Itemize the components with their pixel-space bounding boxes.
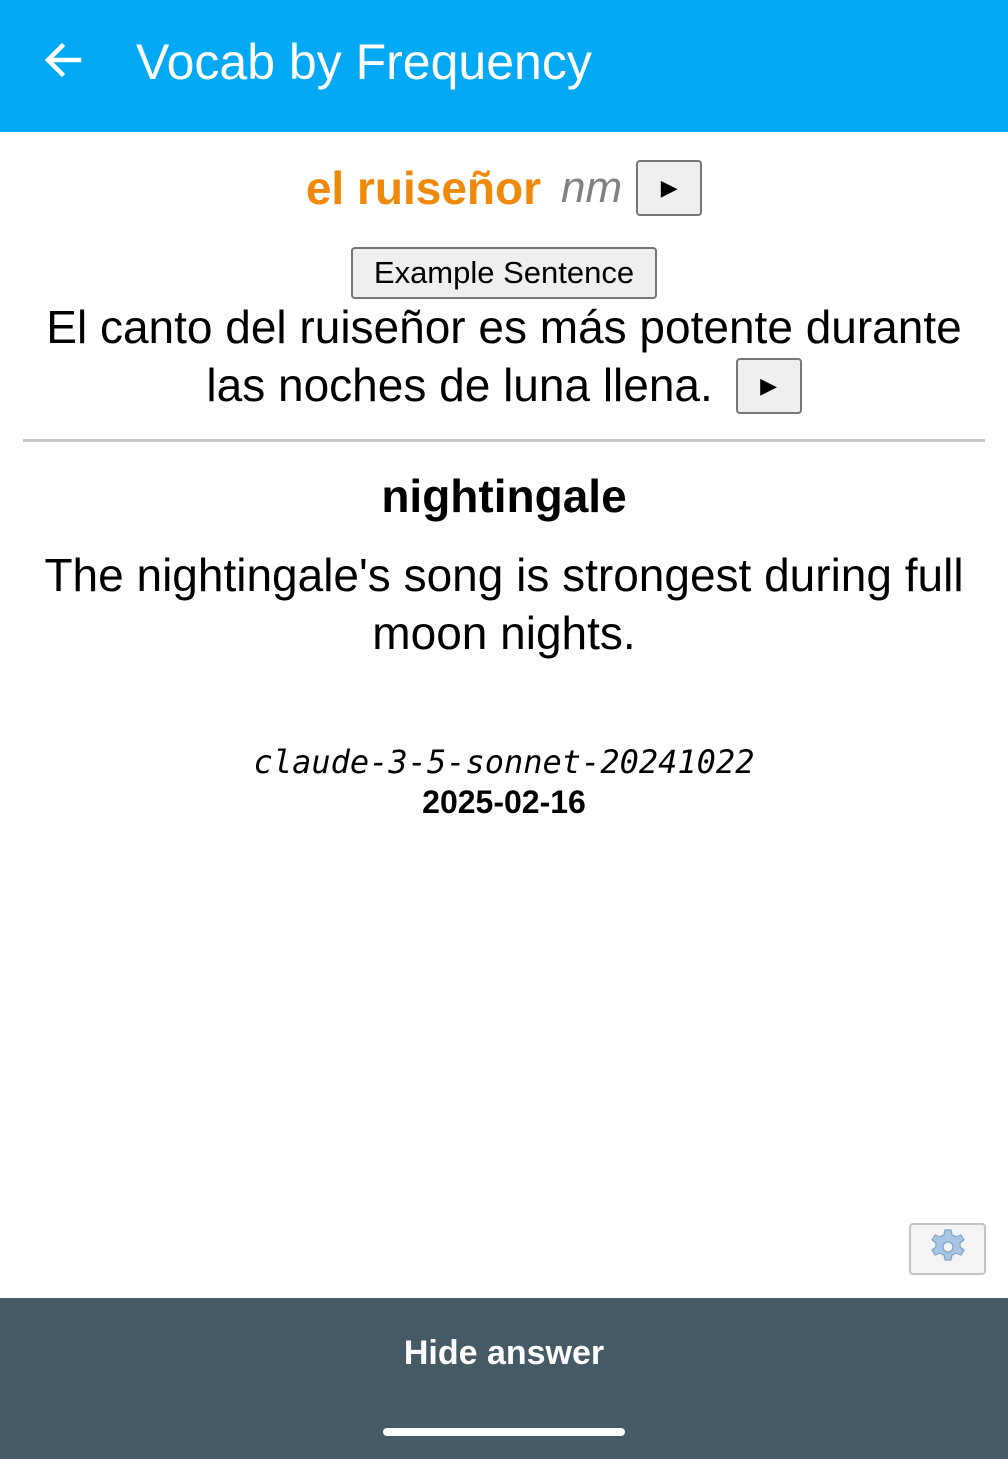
example-sentence-button[interactable]: Example Sentence	[351, 247, 657, 299]
back-button[interactable]	[30, 32, 96, 92]
example-sentence-text: El canto del ruiseñor es más potente dur…	[46, 301, 962, 411]
part-of-speech: nm	[561, 163, 623, 212]
home-indicator[interactable]	[383, 1428, 625, 1436]
model-name: claude-3-5-sonnet-20241022	[253, 743, 755, 781]
divider	[23, 439, 985, 442]
arrow-left-icon	[43, 40, 83, 85]
app-bar: Vocab by Frequency	[0, 0, 1008, 132]
word-audio-button[interactable]: ▶	[636, 160, 703, 216]
example-sentence: El canto del ruiseñor es más potente dur…	[40, 298, 968, 414]
settings-button[interactable]	[909, 1223, 986, 1275]
play-icon: ▶	[660, 175, 678, 200]
word-row: el ruiseñor nm ▶	[0, 158, 1008, 218]
play-icon: ▶	[760, 372, 778, 398]
spanish-word: el ruiseñor	[305, 162, 542, 214]
sentence-audio-button[interactable]: ▶	[735, 357, 802, 414]
app-bar-title: Vocab by Frequency	[136, 34, 592, 90]
date-label: 2025-02-16	[422, 784, 586, 820]
flashcard: el ruiseñor nm ▶ Example Sentence El can…	[0, 132, 1008, 1298]
app-screen: Vocab by Frequency el ruiseñor nm ▶ Exam…	[0, 0, 1008, 1459]
gear-icon	[929, 1228, 967, 1271]
word-translation: nightingale	[381, 470, 627, 522]
sentence-translation: The nightingale's song is strongest duri…	[44, 549, 964, 659]
bottom-bar: Hide answer	[0, 1298, 1008, 1459]
hide-answer-button[interactable]: Hide answer	[0, 1320, 1008, 1386]
